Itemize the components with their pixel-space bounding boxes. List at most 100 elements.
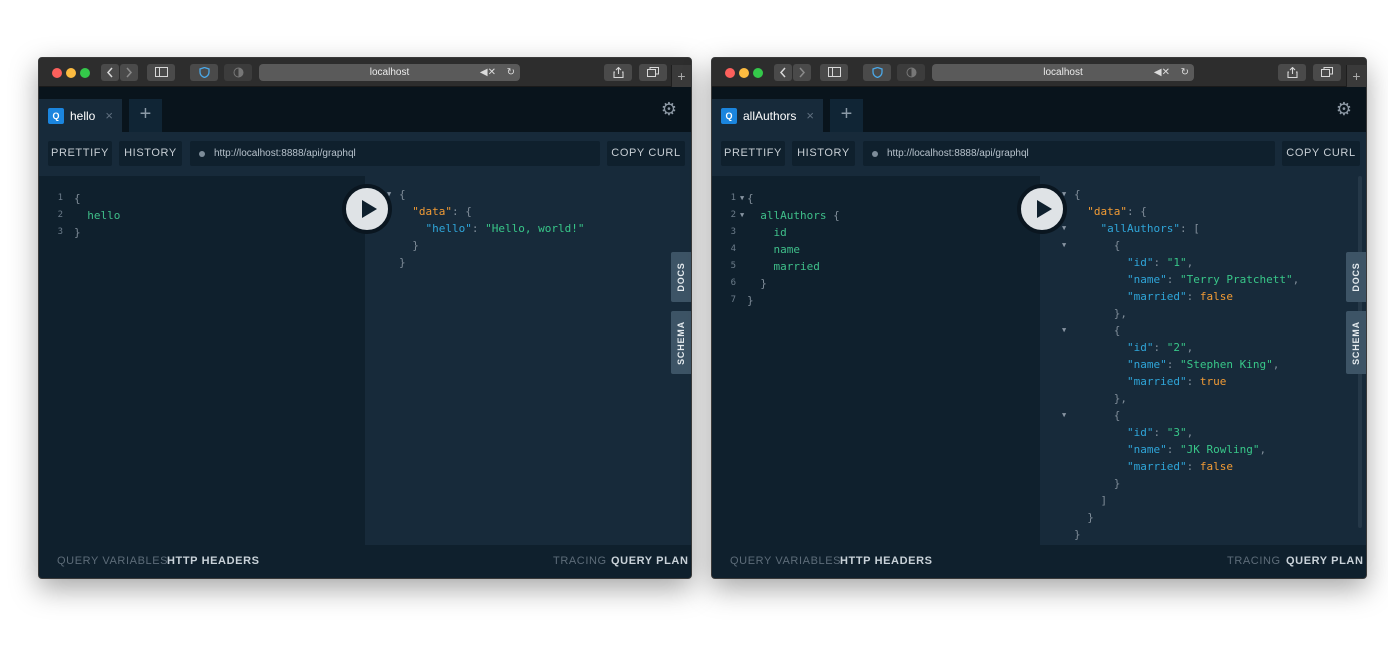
copy-curl-button[interactable]: COPY CURL: [1282, 141, 1360, 166]
reader-icon[interactable]: [224, 64, 252, 81]
shield-icon[interactable]: [863, 64, 891, 81]
sidebar-icon[interactable]: [820, 64, 848, 81]
query-editor[interactable]: 1 {2 hello 3}: [39, 176, 367, 545]
result-line: },: [1074, 390, 1299, 407]
tab-allauthors[interactable]: Q allAuthors ×: [712, 99, 823, 132]
result-line-text: "name": "Terry Pratchett",: [1126, 273, 1300, 286]
address-bar[interactable]: localhost ◀︎✕ ↻: [932, 64, 1194, 81]
execute-query-button[interactable]: [1017, 184, 1067, 234]
query-line-text: name: [773, 243, 801, 256]
result-line: ▼ {: [1062, 237, 1299, 254]
result-line-text: },: [1113, 307, 1127, 320]
fold-arrow-icon[interactable]: ▼: [740, 190, 744, 207]
zoom-window-button[interactable]: [80, 68, 90, 78]
docs-tab[interactable]: DOCS: [671, 252, 691, 302]
result-line-text: "married": false: [1126, 460, 1233, 473]
back-icon[interactable]: [774, 64, 792, 81]
endpoint-url-field[interactable]: http://localhost:8888/api/graphql: [863, 141, 1275, 166]
http-headers-tab[interactable]: HTTP HEADERS: [167, 545, 260, 578]
result-line: "id": "3",: [1074, 424, 1299, 441]
forward-icon[interactable]: [793, 64, 811, 81]
copy-curl-button[interactable]: COPY CURL: [607, 141, 685, 166]
reload-icon[interactable]: ↻: [507, 64, 515, 81]
browser-window-allauthors: localhost ◀︎✕ ↻ + Q allAuthors × + ⚙ PRE…: [711, 57, 1367, 579]
result-line-text: ]: [1100, 494, 1108, 507]
minimize-window-button[interactable]: [66, 68, 76, 78]
query-editor[interactable]: 1 ▼{2 ▼ allAuthors {3 id 4 name 5 married 6 }…: [712, 176, 1042, 545]
result-line: "name": "Terry Pratchett",: [1074, 271, 1299, 288]
browser-window-hello: localhost ◀︎✕ ↻ + Q hello × + ⚙ PRETTIFY…: [38, 57, 692, 579]
fold-arrow-icon[interactable]: ▼: [1062, 237, 1066, 254]
close-icon[interactable]: ×: [806, 108, 814, 123]
query-variables-tab[interactable]: QUERY VARIABLES: [730, 545, 841, 578]
result-line: },: [1074, 305, 1299, 322]
fold-arrow-icon[interactable]: ▼: [1062, 322, 1066, 339]
result-line: ▼ "data": {: [387, 203, 584, 220]
reload-icon[interactable]: ↻: [1181, 64, 1189, 81]
mute-icon[interactable]: ◀︎✕: [480, 64, 496, 81]
fold-arrow-icon[interactable]: ▼: [1062, 407, 1066, 424]
line-number: 2: [57, 210, 63, 220]
gear-icon[interactable]: ⚙: [1336, 99, 1352, 120]
share-icon[interactable]: [1278, 64, 1306, 81]
query-plan-tab[interactable]: QUERY PLAN: [611, 545, 689, 578]
endpoint-url-text: http://localhost:8888/api/graphql: [214, 148, 356, 159]
tracing-tab[interactable]: TRACING: [1227, 545, 1281, 578]
new-tab-plus-icon[interactable]: +: [671, 65, 691, 87]
gear-icon[interactable]: ⚙: [661, 99, 677, 120]
close-icon[interactable]: ×: [105, 108, 113, 123]
plus-icon[interactable]: +: [129, 99, 162, 132]
query-badge: Q: [721, 107, 737, 124]
query-line-text: married: [773, 260, 820, 273]
history-button[interactable]: HISTORY: [792, 141, 855, 166]
result-line-text: {: [1113, 324, 1121, 337]
tabs-icon[interactable]: [1313, 64, 1341, 81]
mute-icon[interactable]: ◀︎✕: [1154, 64, 1170, 81]
forward-icon[interactable]: [120, 64, 138, 81]
query-plan-tab[interactable]: QUERY PLAN: [1286, 545, 1364, 578]
fold-arrow-icon[interactable]: ▼: [740, 207, 744, 224]
endpoint-url-field[interactable]: http://localhost:8888/api/graphql: [190, 141, 600, 166]
share-icon[interactable]: [604, 64, 632, 81]
result-line: "id": "2",: [1074, 339, 1299, 356]
plus-icon[interactable]: +: [830, 99, 863, 132]
result-line: "hello": "Hello, world!": [399, 220, 585, 237]
query-line-text: hello: [87, 209, 121, 222]
prettify-button[interactable]: PRETTIFY: [721, 141, 785, 166]
result-line-text: "data": {: [1087, 205, 1147, 218]
prettify-button[interactable]: PRETTIFY: [48, 141, 112, 166]
zoom-window-button[interactable]: [753, 68, 763, 78]
close-window-button[interactable]: [52, 68, 62, 78]
minimize-window-button[interactable]: [739, 68, 749, 78]
execute-query-button[interactable]: [342, 184, 392, 234]
docs-tab[interactable]: DOCS: [1346, 252, 1366, 302]
shield-icon[interactable]: [190, 64, 218, 81]
reader-icon[interactable]: [897, 64, 925, 81]
query-line-text: }: [74, 226, 81, 239]
query-variables-tab[interactable]: QUERY VARIABLES: [57, 545, 168, 578]
http-headers-tab[interactable]: HTTP HEADERS: [840, 545, 933, 578]
address-bar[interactable]: localhost ◀︎✕ ↻: [259, 64, 520, 81]
result-pane: ▼{▼ "data": {▼ "allAuthors": [▼ { "id": …: [1040, 176, 1366, 545]
line-number: 3: [57, 227, 63, 237]
result-line: ▼ {: [1062, 322, 1299, 339]
query-line-text: allAuthors {: [760, 209, 840, 222]
tracing-tab[interactable]: TRACING: [553, 545, 607, 578]
new-tab-plus-icon[interactable]: +: [1346, 65, 1366, 87]
result-line-text: {: [399, 188, 406, 201]
result-line: ▼ {: [1062, 407, 1299, 424]
result-line: }: [1074, 475, 1299, 492]
back-icon[interactable]: [101, 64, 119, 81]
result-line: ]: [1074, 492, 1299, 509]
schema-tab[interactable]: SCHEMA: [1346, 311, 1366, 374]
history-button[interactable]: HISTORY: [119, 141, 182, 166]
result-line-text: "hello": "Hello, world!": [425, 222, 585, 235]
schema-tab[interactable]: SCHEMA: [671, 311, 691, 374]
close-window-button[interactable]: [725, 68, 735, 78]
sidebar-icon[interactable]: [147, 64, 175, 81]
tab-hello[interactable]: Q hello ×: [39, 99, 122, 132]
bottom-bar: QUERY VARIABLES HTTP HEADERS TRACING QUE…: [712, 545, 1366, 578]
result-line: "married": false: [1074, 288, 1299, 305]
tabs-icon[interactable]: [639, 64, 667, 81]
result-line-text: "id": "3",: [1126, 426, 1194, 439]
